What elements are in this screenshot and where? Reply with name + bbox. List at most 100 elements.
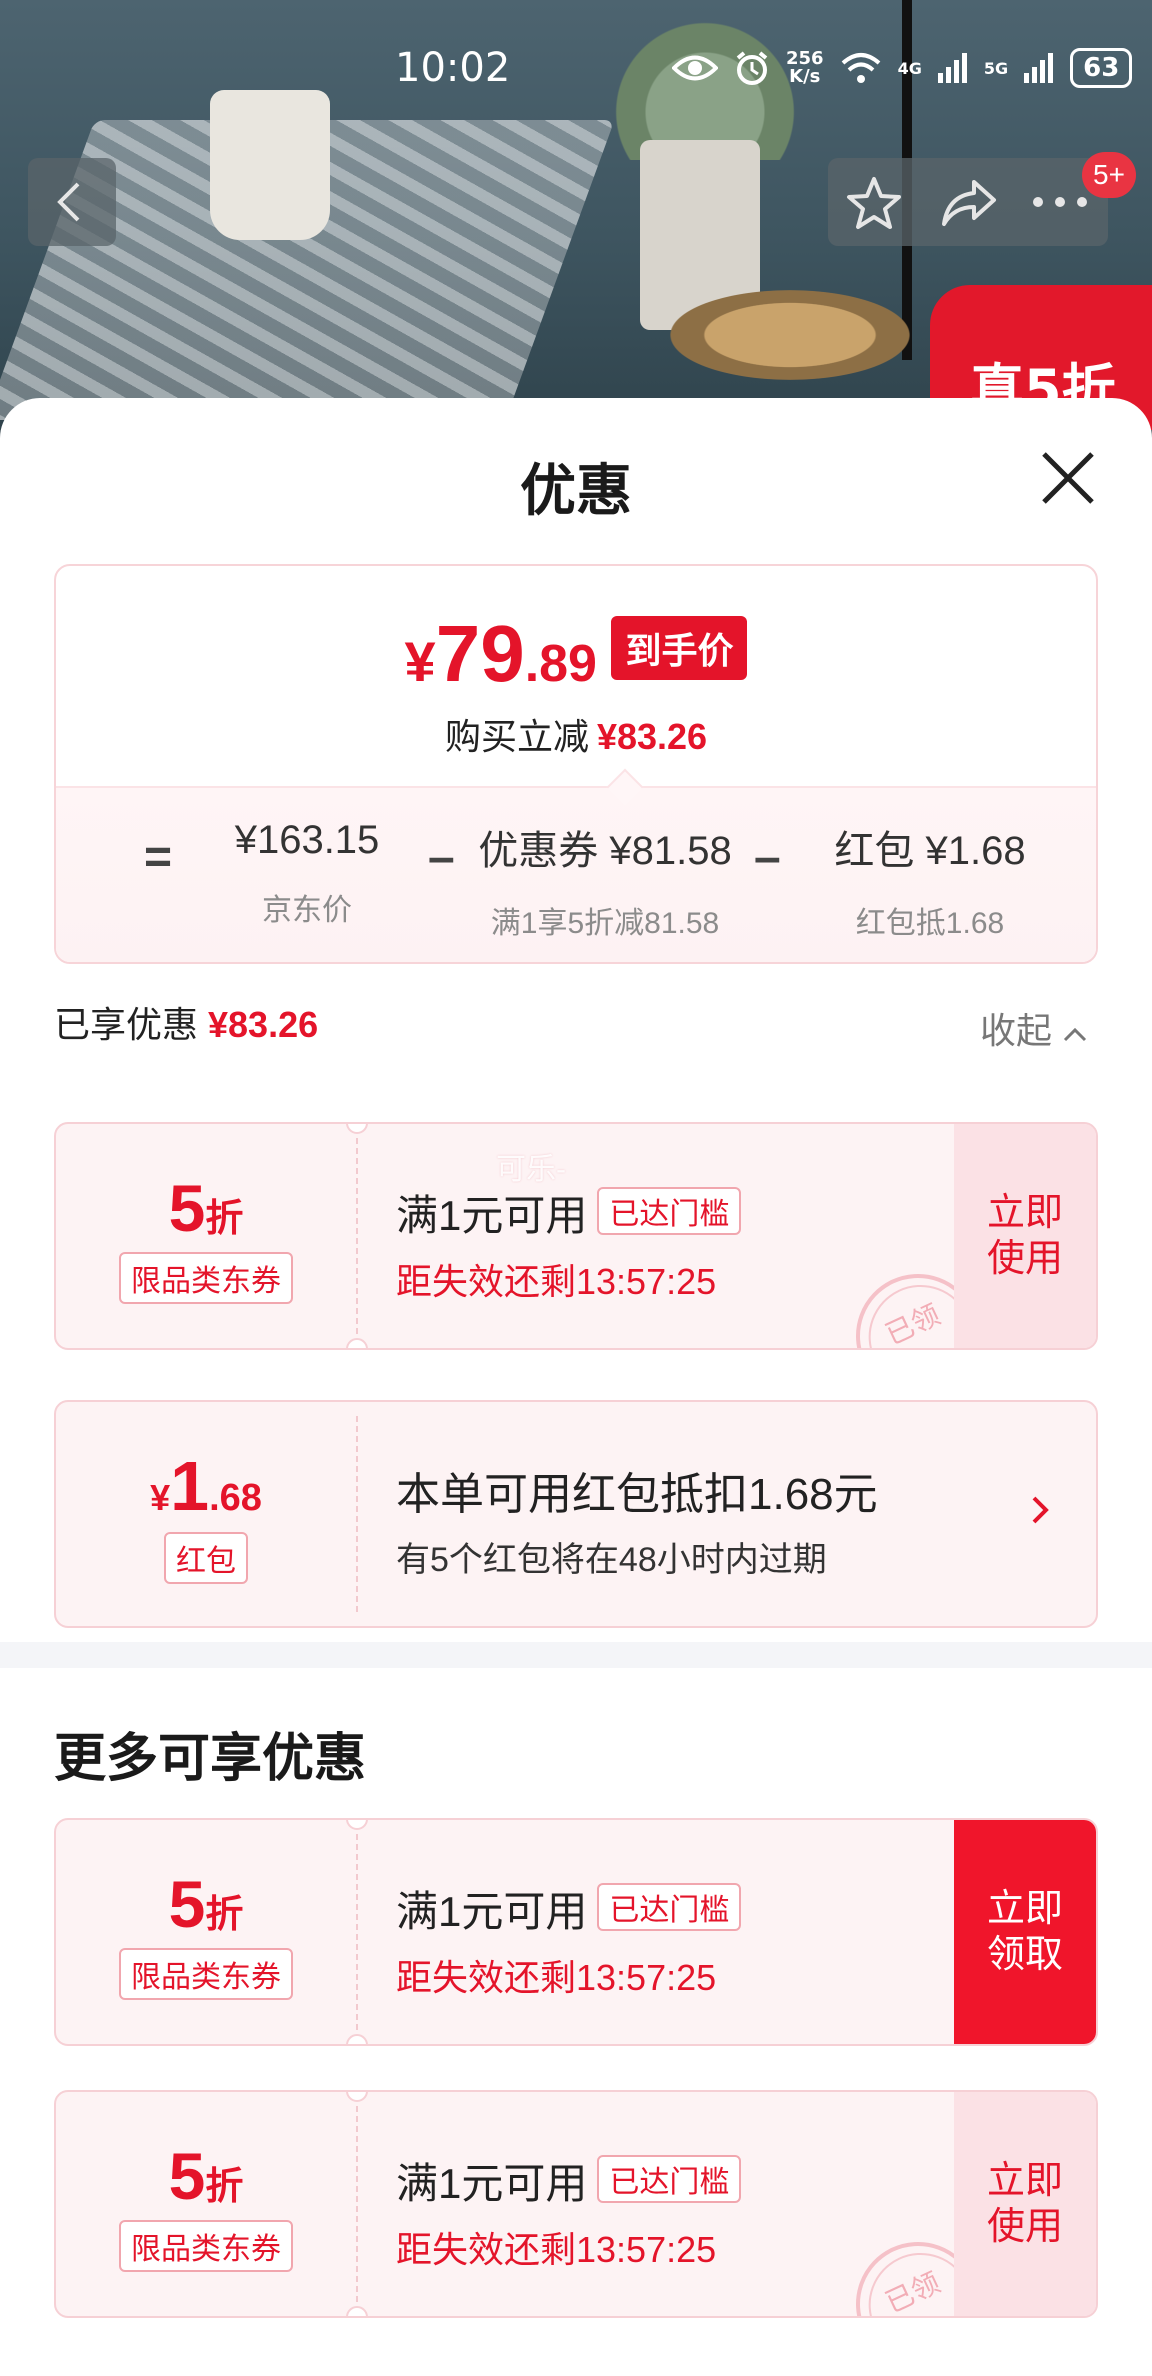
red-packet-usable-text: 本单可用红包抵扣1.68元 — [396, 1470, 878, 1519]
instant-discount-label: 购买立减 — [444, 716, 589, 757]
coupon-expiry: 距失效还剩13:57:25 — [396, 1957, 717, 1998]
red-packet-segment: 红包 ¥1.68 红包抵1.68 — [798, 818, 1062, 942]
coupon-cut-bottom — [346, 2306, 368, 2316]
star-icon[interactable] — [846, 176, 902, 230]
coupon-discount: 5折 — [56, 1170, 356, 1246]
coupon-discount-unit: 折 — [205, 1198, 244, 1240]
coupon-discount-area: 5折 限品类东券 — [56, 2092, 356, 2316]
coupon-expiry: 距失效还剩13:57:25 — [396, 1261, 717, 1302]
use-now-button[interactable]: 立即 使用 — [954, 1124, 1096, 1348]
coupon-type-tag: 限品类东券 — [119, 1948, 293, 2000]
red-packet-details: 本单可用红包抵扣1.68元 有5个红包将在48小时内过期 — [396, 1458, 878, 1581]
red-packet-segment-value: 红包 ¥1.68 — [834, 829, 1026, 873]
jd-price-segment: ¥163.15 京东价 — [202, 818, 412, 929]
coupon-card-claimed[interactable]: 5折 限品类东券 可乐- 满1元可用 已达门槛 距失效还剩13:57:25 已领 … — [54, 1122, 1098, 1350]
network-5g-label: 5G — [983, 58, 1009, 78]
red-packet-segment-label: 红包抵1.68 — [855, 907, 1005, 940]
red-packet-tag: 红包 — [164, 1532, 248, 1584]
message-count-badge: 5+ — [1082, 152, 1136, 198]
coupon-details: 满1元可用 已达门槛 距失效还剩13:57:25 — [396, 1878, 742, 2001]
coupon-discount-area: 5折 限品类东券 — [56, 1124, 356, 1348]
coupon-discount-unit: 折 — [205, 2166, 244, 2208]
claim-now-button[interactable]: 立即 领取 — [954, 1820, 1096, 2044]
coupon-segment-value: 优惠券 ¥81.58 — [478, 829, 732, 873]
coupon-type-tag: 限品类东券 — [119, 2220, 293, 2272]
final-price: ¥79.89 到手价 — [56, 608, 1096, 700]
red-packet-integer: 1 — [170, 1447, 210, 1525]
signal-icon — [937, 53, 967, 83]
coupon-card-claimed-2[interactable]: 5折 限品类东券 满1元可用 已达门槛 距失效还剩13:57:25 已领 立即 使… — [54, 2090, 1098, 2318]
final-price-section: ¥79.89 到手价 购买立减 ¥83.26 — [56, 566, 1096, 786]
alarm-icon — [736, 51, 768, 85]
final-price-integer: 79 — [435, 609, 525, 698]
jd-price-value: ¥163.15 — [234, 818, 380, 862]
close-icon — [1042, 452, 1094, 504]
lamp-base-image — [670, 290, 910, 380]
wifi-icon — [841, 53, 880, 83]
coupon-segment: 优惠券 ¥81.58 满1享5折减81.58 — [460, 818, 750, 942]
more-icon[interactable] — [1030, 194, 1090, 210]
chevron-right-icon[interactable] — [1028, 1490, 1052, 1530]
coupon-discount-number: 5 — [168, 1867, 206, 1941]
coupon-discount: 5折 — [56, 1866, 356, 1942]
red-packet-amount-area: ¥1.68 红包 — [56, 1402, 356, 1626]
signal-icon-2 — [1024, 53, 1054, 83]
red-packet-card[interactable]: ¥1.68 红包 本单可用红包抵扣1.68元 有5个红包将在48小时内过期 — [54, 1400, 1098, 1628]
equals-sign: = — [144, 831, 173, 884]
use-now-label-2: 使用 — [986, 2206, 1063, 2248]
share-icon[interactable] — [940, 178, 998, 228]
coupon-details: 满1元可用 已达门槛 距失效还剩13:57:25 — [396, 2150, 742, 2273]
coupon-cut-bottom — [346, 1338, 368, 1348]
final-price-currency: ¥ — [404, 630, 436, 693]
use-now-label-1: 立即 — [986, 2160, 1063, 2202]
use-now-label-1: 立即 — [986, 1192, 1063, 1234]
claim-now-label-2: 领取 — [986, 1934, 1063, 1976]
red-packet-decimal: .68 — [209, 1477, 262, 1519]
minus-sign-1: – — [428, 831, 455, 884]
coupon-discount-area: 5折 限品类东券 — [56, 1820, 356, 2044]
coupon-cut-bottom — [346, 2034, 368, 2044]
claim-now-label-1: 立即 — [986, 1888, 1063, 1930]
coupon-discount-number: 5 — [168, 2139, 206, 2213]
coupon-threshold-tag: 已达门槛 — [597, 1883, 742, 1931]
enjoyed-value: ¥83.26 — [208, 1004, 319, 1045]
coupon-card-claimable[interactable]: 5折 限品类东券 满1元可用 已达门槛 距失效还剩13:57:25 立即 领取 — [54, 1818, 1098, 2046]
minus-sign-2: – — [754, 831, 781, 884]
back-arrow-icon — [57, 182, 80, 222]
red-packet-expiry-text: 有5个红包将在48小时内过期 — [396, 1541, 827, 1579]
network-speed-unit: K/s — [789, 66, 821, 87]
price-formula: = ¥163.15 京东价 – 优惠券 ¥81.58 满1享5折减81.58 –… — [56, 768, 1096, 962]
back-button[interactable] — [28, 158, 116, 246]
enjoyed-label: 已享优惠 — [54, 1004, 199, 1045]
battery-indicator: 63 — [1070, 48, 1133, 88]
top-action-group — [828, 158, 1108, 246]
status-bar: 10:02 256 K/s 4G 5G 63 — [0, 0, 1152, 130]
status-icons: 256 K/s 4G 5G 63 — [672, 48, 1133, 88]
use-now-button[interactable]: 立即 使用 — [954, 2092, 1096, 2316]
price-breakdown-card: ¥79.89 到手价 购买立减 ¥83.26 = ¥163.15 京东价 – 优惠… — [54, 564, 1098, 964]
coupon-condition: 满1元可用 — [396, 1888, 588, 1935]
coupon-condition: 满1元可用 — [396, 2160, 588, 2207]
section-separator — [0, 1642, 1152, 1668]
instant-discount-line: 购买立减 ¥83.26 — [56, 708, 1096, 760]
coupon-type-tag: 限品类东券 — [119, 1252, 293, 1304]
coupon-discount-unit: 折 — [205, 1894, 244, 1936]
final-price-decimal: .89 — [524, 635, 597, 693]
coupon-discount: 5折 — [56, 2138, 356, 2214]
coupon-expiry: 距失效还剩13:57:25 — [396, 2229, 717, 2270]
red-packet-divider — [356, 1416, 358, 1612]
coupon-condition: 满1元可用 — [396, 1192, 588, 1239]
coupon-segment-label: 满1享5折减81.58 — [490, 907, 720, 940]
status-time: 10:02 — [395, 45, 511, 91]
sheet-title: 优惠 — [520, 459, 632, 522]
eye-icon — [672, 55, 718, 81]
coupon-details: 满1元可用 已达门槛 距失效还剩13:57:25 — [396, 1182, 742, 1305]
close-button[interactable] — [1038, 448, 1098, 508]
coupon-threshold-tag: 已达门槛 — [597, 1187, 742, 1235]
network-4g-label: 4G — [897, 58, 922, 78]
collapse-button[interactable]: 收起 — [980, 1002, 1088, 1054]
red-packet-amount: ¥1.68 — [56, 1446, 356, 1526]
collapse-label: 收起 — [980, 1010, 1053, 1051]
coupon-divider — [356, 1138, 358, 1334]
coupon-divider — [356, 2106, 358, 2302]
